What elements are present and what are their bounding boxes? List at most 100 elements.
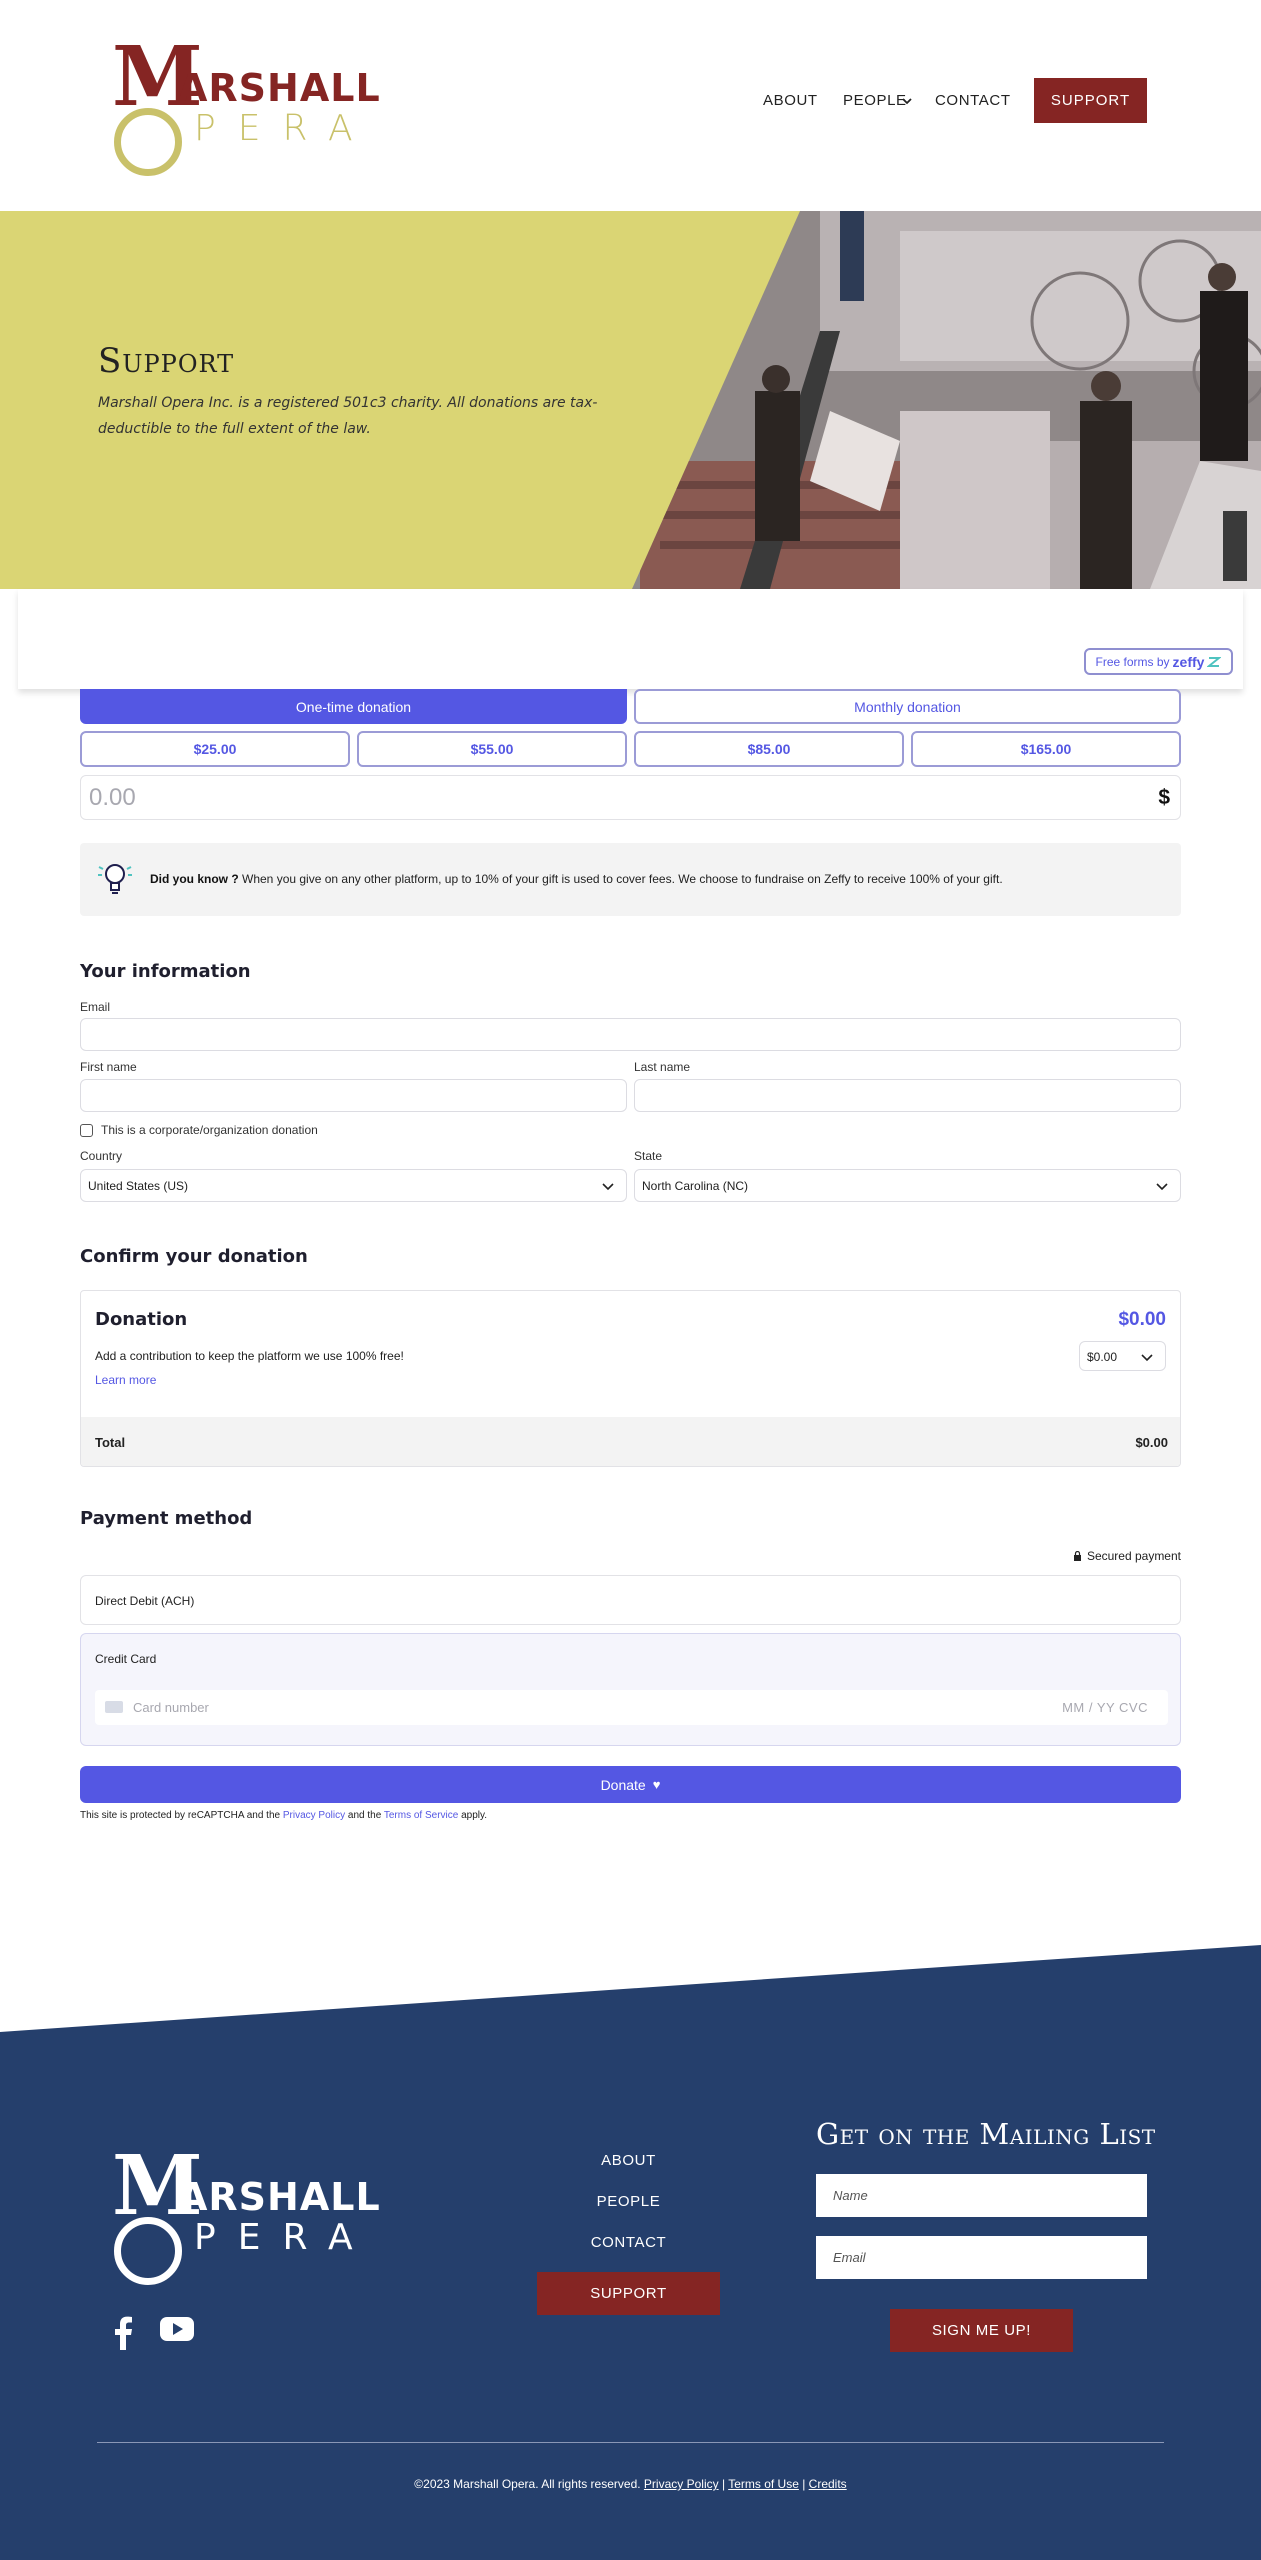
secured-payment-note: Secured payment xyxy=(1073,1549,1181,1563)
logo-ring-o xyxy=(114,108,182,176)
currency-symbol: $ xyxy=(1158,786,1170,809)
zeffy-badge-prefix: Free forms by xyxy=(1095,654,1170,669)
contribution-text: Add a contribution to keep the platform … xyxy=(95,1349,404,1363)
card-expiry-cvc-placeholder: MM / YY CVC xyxy=(1062,1700,1148,1715)
nav-support-button[interactable]: Support xyxy=(1034,78,1147,123)
terms-of-service-link[interactable]: Terms of Service xyxy=(384,1810,458,1821)
tab-one-time-donation[interactable]: One-time donation xyxy=(80,689,627,724)
footer-terms-link[interactable]: Terms of Use xyxy=(728,2477,799,2491)
footer-nav-contact[interactable]: Contact xyxy=(537,2234,720,2251)
hero-title: Support xyxy=(98,341,235,381)
credit-card-option[interactable]: Credit Card Card number MM / YY CVC xyxy=(80,1633,1181,1746)
your-information-title: Your information xyxy=(80,961,251,982)
logo-text-pera: PERA xyxy=(194,108,375,149)
first-name-label: First name xyxy=(80,1060,137,1074)
nav-about-link[interactable]: About xyxy=(763,92,818,109)
donate-label: Donate xyxy=(600,1776,646,1793)
custom-amount-input[interactable]: 0.00 $ xyxy=(80,775,1181,820)
site-logo[interactable]: M ARSHALL PERA xyxy=(112,36,380,176)
logo-ring-o xyxy=(114,2217,182,2285)
lightbulb-icon xyxy=(98,864,132,894)
separator: | xyxy=(798,2477,809,2491)
amount-option-button[interactable]: $85.00 xyxy=(634,731,904,767)
country-value: United States (US) xyxy=(88,1179,189,1193)
copyright-text: ©2023 Marshall Opera. All rights reserve… xyxy=(414,2477,644,2491)
site-header: M ARSHALL PERA About People Contact Supp… xyxy=(0,0,1261,211)
total-value: $0.00 xyxy=(1135,1435,1168,1450)
email-label: Email xyxy=(80,1000,111,1014)
secured-text: Secured payment xyxy=(1086,1549,1181,1563)
amount-option-button[interactable]: $55.00 xyxy=(357,731,627,767)
mailing-email-input[interactable]: Email xyxy=(816,2236,1147,2279)
name-placeholder: Name xyxy=(833,2188,868,2203)
hero-description: Marshall Opera Inc. is a registered 501c… xyxy=(98,395,598,437)
recaptcha-text: and the xyxy=(345,1810,384,1821)
last-name-field[interactable] xyxy=(634,1079,1181,1112)
last-name-label: Last name xyxy=(634,1060,691,1074)
did-you-know-box: Did you know ? When you give on any othe… xyxy=(80,843,1181,916)
recaptcha-text: apply. xyxy=(458,1810,488,1821)
copyright-line: ©2023 Marshall Opera. All rights reserve… xyxy=(0,2477,1261,2491)
recaptcha-text: This site is protected by reCAPTCHA and … xyxy=(80,1810,283,1821)
chevron-down-icon[interactable] xyxy=(901,95,913,107)
lock-icon xyxy=(1073,1550,1081,1561)
logo-text-arshall: ARSHALL xyxy=(178,66,381,110)
footer-privacy-link[interactable]: Privacy Policy xyxy=(644,2477,719,2491)
contribution-select[interactable]: $0.00 xyxy=(1079,1341,1166,1371)
nav-people-link[interactable]: People xyxy=(843,92,907,109)
card-number-input[interactable]: Card number MM / YY CVC xyxy=(95,1690,1168,1725)
confirm-donation-title: Confirm your donation xyxy=(80,1246,308,1267)
separator: | xyxy=(718,2477,729,2491)
tip-body: When you give on any other platform, up … xyxy=(238,872,1003,886)
chevron-down-icon xyxy=(602,1183,614,1191)
state-select[interactable]: North Carolina (NC) xyxy=(634,1169,1181,1202)
nav-contact-link[interactable]: Contact xyxy=(935,92,1011,109)
footer-nav-about[interactable]: About xyxy=(537,2152,720,2169)
donation-label: Donation xyxy=(95,1309,188,1330)
zeffy-brand: zeffy xyxy=(1172,653,1205,670)
chevron-down-icon xyxy=(1141,1354,1153,1362)
mailing-list-title: Get on the Mailing List xyxy=(816,2117,1156,2151)
contribution-value: $0.00 xyxy=(1087,1350,1118,1364)
corporate-label: This is a corporate/organization donatio… xyxy=(101,1123,318,1137)
logo-text-pera: PERA xyxy=(194,2217,375,2258)
footer-nav-people[interactable]: People xyxy=(537,2193,720,2210)
ach-option[interactable]: Direct Debit (ACH) xyxy=(80,1575,1181,1625)
card-number-placeholder: Card number xyxy=(133,1700,209,1715)
mailing-name-input[interactable]: Name xyxy=(816,2174,1147,2217)
amount-placeholder: 0.00 xyxy=(89,784,136,811)
footer-support-button[interactable]: Support xyxy=(537,2272,720,2315)
first-name-field[interactable] xyxy=(80,1079,627,1112)
footer-credits-link[interactable]: Credits xyxy=(809,2477,847,2491)
recaptcha-notice: This site is protected by reCAPTCHA and … xyxy=(80,1810,487,1821)
email-placeholder: Email xyxy=(833,2250,866,2265)
sign-me-up-button[interactable]: Sign me up! xyxy=(890,2309,1073,2352)
total-row: Total $0.00 xyxy=(81,1417,1180,1466)
zeffy-badge[interactable]: Free forms by zeffy xyxy=(1084,648,1233,675)
payment-method-title: Payment method xyxy=(80,1508,253,1529)
learn-more-link[interactable]: Learn more xyxy=(95,1373,156,1387)
tab-monthly-donation[interactable]: Monthly donation xyxy=(634,689,1181,724)
donate-button[interactable]: Donate ♥ xyxy=(80,1766,1181,1803)
zeffy-header-strip xyxy=(18,589,1243,689)
email-field[interactable] xyxy=(80,1018,1181,1051)
footer-logo[interactable]: M ARSHALL PERA xyxy=(112,2145,380,2285)
tip-bold: Did you know ? xyxy=(150,872,239,886)
amount-option-button[interactable]: $165.00 xyxy=(911,731,1181,767)
hero-banner: Support Marshall Opera Inc. is a registe… xyxy=(0,211,1261,589)
privacy-policy-link[interactable]: Privacy Policy xyxy=(283,1810,345,1821)
facebook-icon[interactable] xyxy=(112,2316,134,2350)
corporate-checkbox[interactable] xyxy=(80,1124,93,1137)
country-label: Country xyxy=(80,1149,123,1163)
donation-summary-card: Donation $0.00 Add a contribution to kee… xyxy=(80,1290,1181,1467)
credit-card-label: Credit Card xyxy=(95,1652,157,1666)
tip-text: Did you know ? When you give on any othe… xyxy=(150,872,1003,886)
page: M ARSHALL PERA About People Contact Supp… xyxy=(0,0,1261,2560)
ach-label: Direct Debit (ACH) xyxy=(95,1594,195,1608)
donation-amount: $0.00 xyxy=(1118,1309,1166,1330)
country-select[interactable]: United States (US) xyxy=(80,1169,627,1202)
state-value: North Carolina (NC) xyxy=(642,1179,749,1193)
youtube-icon[interactable] xyxy=(160,2316,194,2342)
amount-option-button[interactable]: $25.00 xyxy=(80,731,350,767)
zeffy-logo-icon xyxy=(1207,656,1222,667)
